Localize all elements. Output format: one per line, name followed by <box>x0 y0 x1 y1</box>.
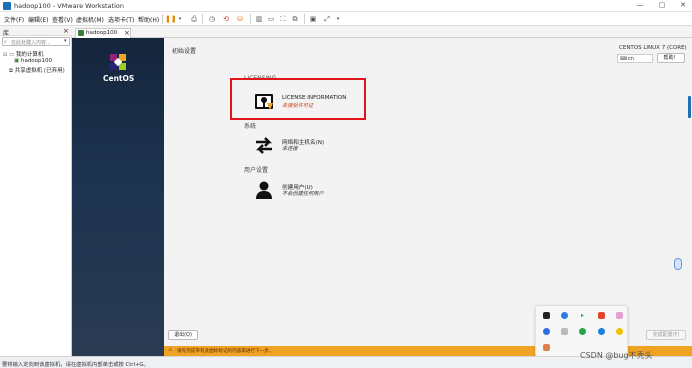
spoke-status: 不会创建任何用户 <box>282 191 324 197</box>
tree-item-label: 共享虚拟机 (已弃用) <box>14 68 65 74</box>
vm-tab-strip: hadoop100 × <box>72 26 692 38</box>
library-panel: 库 × ⌕ 在此处键入内容... ▾ ⊟ ▭ 我的计算机 ▣ hadoop100… <box>0 26 72 356</box>
help-button[interactable]: 帮助！ <box>657 53 685 63</box>
tool-icon[interactable] <box>543 344 550 351</box>
tab-hadoop100[interactable]: hadoop100 × <box>75 28 131 38</box>
spoke-create-user[interactable]: 创建用户(U) 不会创建任何用户 <box>254 179 384 201</box>
menu-vm[interactable]: 虚拟机(M) <box>76 15 104 24</box>
csdn-watermark: CSDN @bug不秃头 <box>580 351 653 360</box>
category-system: 系统 <box>244 123 257 130</box>
minimize-button[interactable]: — <box>635 1 645 10</box>
library-search-input[interactable]: ⌕ 在此处键入内容... ▾ <box>2 37 70 46</box>
tree-item-label: hadoop100 <box>20 58 53 64</box>
toolbar-separator <box>162 14 163 24</box>
keyboard-icon: ⌨ <box>620 56 628 62</box>
wechat-icon[interactable] <box>579 328 586 335</box>
library-title: 库 <box>3 30 10 37</box>
play-icon[interactable]: ▸ <box>581 312 588 319</box>
page-title: 初始设置 <box>172 48 197 55</box>
maximize-button[interactable]: ▢ <box>657 1 667 10</box>
scroll-indicator[interactable] <box>688 96 691 118</box>
edge-icon[interactable] <box>561 312 568 319</box>
cloud-icon[interactable] <box>616 328 623 335</box>
tab-close-icon[interactable]: × <box>124 29 130 37</box>
bluetooth-icon[interactable] <box>598 328 605 335</box>
tree-item-my-computer[interactable]: ⊟ ▭ 我的计算机 <box>3 50 43 58</box>
centos-sidebar: CentOS <box>72 38 164 356</box>
window-title: hadoop100 - VMware Workstation <box>14 2 124 10</box>
vmware-app-icon <box>3 2 11 10</box>
vm-tab-icon <box>78 30 84 36</box>
bookmark-icon[interactable] <box>543 312 550 319</box>
shared-vm-icon: ⧉ <box>9 68 13 74</box>
tree-item-shared-vms[interactable]: ⧉ 共享虚拟机 (已弃用) <box>9 66 65 75</box>
mouse-icon <box>674 258 682 270</box>
unity-icon[interactable]: ⧉ <box>290 14 300 24</box>
spoke-status: 未连接 <box>282 146 298 152</box>
collapse-icon[interactable]: ⊟ <box>3 52 7 58</box>
search-icon: ⌕ <box>4 39 7 45</box>
tree-item-hadoop100[interactable]: ▣ hadoop100 <box>14 58 52 64</box>
license-icon <box>255 94 273 110</box>
window-title-bar: hadoop100 - VMware Workstation — ▢ ✕ <box>0 0 692 12</box>
finish-configuration-button[interactable]: 完成配置(F) <box>646 330 686 340</box>
security-icon[interactable] <box>543 328 550 335</box>
spoke-title: LICENSE INFORMATION <box>282 95 347 101</box>
mail-icon[interactable] <box>598 312 605 319</box>
thumbnail-view-icon[interactable]: ▭ <box>266 14 276 24</box>
console-view-icon[interactable]: ▣ <box>308 14 318 24</box>
pause-icon[interactable]: ❚❚ <box>165 14 177 24</box>
keyboard-layout-label: cn <box>628 56 634 62</box>
spoke-network-hostname[interactable]: 网络和主机名(N) 未连接 <box>254 134 384 156</box>
menu-view[interactable]: 查看(V) <box>52 15 73 24</box>
chevron-down-icon[interactable]: ▾ <box>64 38 67 44</box>
menu-tabs[interactable]: 选项卡(T) <box>108 15 134 24</box>
quit-button[interactable]: 退出(Q) <box>168 330 198 340</box>
dropdown-arrow-icon[interactable]: ▾ <box>333 14 343 24</box>
fullscreen-icon[interactable]: ⛶ <box>278 14 288 24</box>
snapshot-icon[interactable]: ◷ <box>207 14 217 24</box>
category-user-settings: 用户设置 <box>244 167 269 174</box>
status-text: 要将输入定向到该虚拟机，请在虚拟机内部单击或按 Ctrl+G。 <box>2 362 149 368</box>
search-placeholder: 在此处键入内容... <box>11 40 51 46</box>
product-name: CENTOS LINUX 7 (CORE) <box>619 45 687 51</box>
user-icon <box>256 181 272 199</box>
toolbar-separator <box>202 14 203 24</box>
menu-file[interactable]: 文件(F) <box>4 15 24 24</box>
spoke-license-information[interactable]: LICENSE INFORMATION 未接受许可证 <box>254 90 384 116</box>
warning-icon: ⚠ <box>168 347 173 353</box>
vm-running-icon: ▣ <box>14 58 20 64</box>
centos-logo-text: CentOS <box>103 74 135 83</box>
menu-edit[interactable]: 编辑(E) <box>28 15 48 24</box>
send-keys-icon[interactable]: ⎙ <box>189 14 199 24</box>
library-view-icon[interactable]: ▥ <box>254 14 264 24</box>
dropdown-arrow-icon[interactable]: ▾ <box>175 14 185 24</box>
toolbar-separator <box>250 14 251 24</box>
network-icon <box>255 137 273 154</box>
menu-bar: 文件(F) 编辑(E) 查看(V) 虚拟机(M) 选项卡(T) 帮助(H) ❚❚… <box>0 12 692 26</box>
revert-snapshot-icon[interactable]: ⟲ <box>221 14 231 24</box>
usb-icon[interactable] <box>561 328 568 335</box>
library-header: 库 × <box>0 26 72 37</box>
menu-help[interactable]: 帮助(H) <box>138 15 159 24</box>
centos-logo-icon <box>110 54 126 70</box>
spoke-status: 未接受许可证 <box>282 103 314 109</box>
host-status-bar: 要将输入定向到该虚拟机，请在虚拟机内部单击或按 Ctrl+G。 CSDN @bu… <box>0 351 692 368</box>
warning-text: 请先完成带有此图标标记的内容再进行下一步。 <box>177 349 274 354</box>
keyboard-layout-indicator[interactable]: ⌨ cn <box>617 54 653 63</box>
tab-label: hadoop100 <box>86 30 118 36</box>
stretch-guest-icon[interactable]: ⤢ <box>322 14 332 24</box>
close-window-button[interactable]: ✕ <box>678 1 688 10</box>
toolbar-separator <box>304 14 305 24</box>
library-close-icon[interactable]: × <box>63 27 69 35</box>
app-icon[interactable] <box>616 312 623 319</box>
snapshot-manager-icon[interactable]: ⛁ <box>235 14 245 24</box>
